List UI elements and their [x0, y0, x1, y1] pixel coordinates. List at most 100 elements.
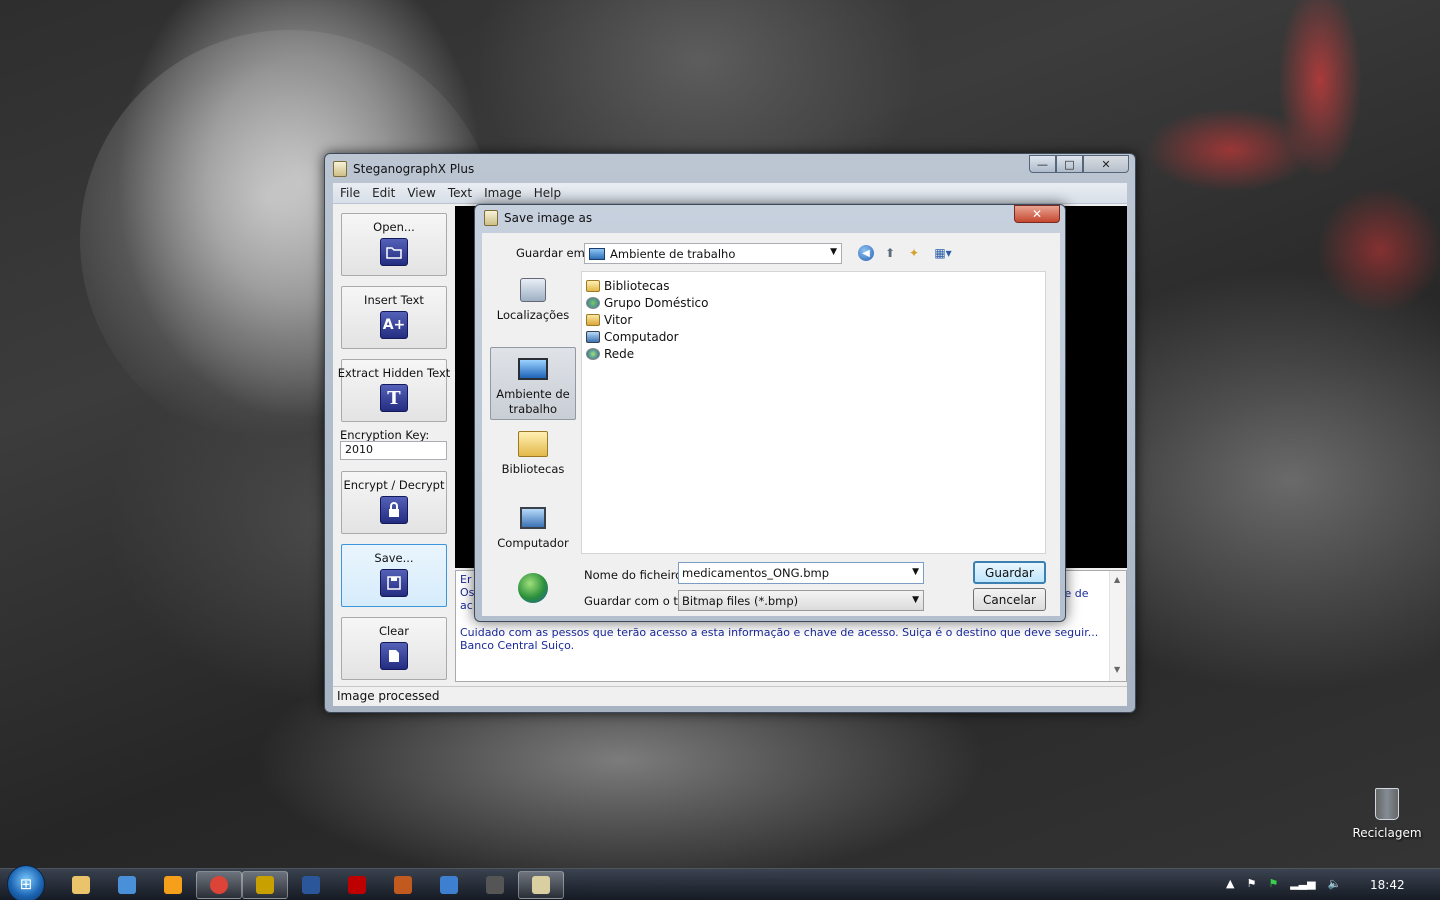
insert-text-icon: A+: [380, 311, 408, 339]
place-libraries[interactable]: Bibliotecas: [490, 429, 576, 479]
window-icon: [440, 876, 458, 894]
minimize-button[interactable]: —: [1029, 155, 1056, 173]
wallpaper-red-emblem: [1120, 0, 1440, 330]
list-item[interactable]: Vitor: [586, 311, 1041, 328]
dialog-close-button[interactable]: ✕: [1014, 205, 1060, 223]
guardar-button[interactable]: Guardar: [973, 561, 1046, 584]
menu-file[interactable]: File: [335, 186, 365, 200]
open-button[interactable]: Open...: [341, 213, 447, 276]
text-scrollbar[interactable]: ▲ ▼: [1109, 571, 1126, 681]
clear-button[interactable]: Clear: [341, 617, 447, 680]
extract-hidden-text-button[interactable]: Extract Hidden Text T: [338, 359, 450, 422]
chevron-down-icon: ▼: [912, 595, 919, 605]
recycle-bin[interactable]: Reciclagem: [1352, 788, 1422, 840]
place-computer[interactable]: Computador: [490, 503, 576, 553]
menu-bar: File Edit View Text Image Help: [333, 183, 1127, 203]
taskbar-app-fireworks[interactable]: [242, 871, 288, 899]
file-name: Grupo Doméstico: [604, 295, 709, 310]
windows-logo-icon: ⊞: [19, 875, 33, 893]
action-center-flag-icon[interactable]: ⚑: [1246, 877, 1256, 890]
dialog-title: Save image as: [504, 211, 593, 225]
place-desktop[interactable]: Ambiente de trabalho: [490, 347, 576, 420]
show-hidden-icons-icon[interactable]: ▲: [1226, 877, 1234, 890]
open-image-icon: [380, 238, 408, 266]
window-title: SteganographX Plus: [353, 162, 475, 176]
file-list[interactable]: Bibliotecas Grupo Doméstico Vitor Comput…: [581, 271, 1046, 554]
recycle-bin-label: Reciclagem: [1352, 826, 1422, 840]
chevron-down-icon[interactable]: ▼: [912, 567, 919, 577]
taskbar-clock[interactable]: 18:42: [1370, 878, 1405, 892]
list-item[interactable]: Rede: [586, 345, 1041, 362]
taskbar-app-chrome[interactable]: [196, 871, 242, 899]
extract-hidden-text-label: Extract Hidden Text: [337, 366, 451, 380]
file-name: Bibliotecas: [604, 278, 670, 293]
start-button[interactable]: ⊞: [7, 865, 45, 900]
save-button[interactable]: Save...: [341, 544, 447, 607]
scroll-up-icon[interactable]: ▲: [1114, 575, 1120, 584]
green-flag-icon[interactable]: ⚑: [1268, 877, 1278, 890]
network-icon: [586, 347, 600, 360]
chevron-down-icon: ▼: [830, 247, 837, 257]
libraries-icon: [586, 279, 600, 292]
film-icon: [394, 876, 412, 894]
list-item[interactable]: Bibliotecas: [586, 277, 1041, 294]
new-folder-icon[interactable]: ✦: [906, 245, 922, 261]
taskbar-app-window[interactable]: [426, 871, 472, 899]
filename-input[interactable]: medicamentos_ONG.bmp ▼: [678, 562, 924, 584]
signal-strength-icon[interactable]: ▂▃▅: [1290, 877, 1315, 890]
encryption-key-input[interactable]: 2010: [340, 441, 447, 460]
list-item[interactable]: Computador: [586, 328, 1041, 345]
libraries-icon: [517, 429, 549, 459]
hidden-text-content: Cuidado com as pessos que terão acesso a…: [460, 626, 1099, 652]
close-button[interactable]: ✕: [1083, 155, 1129, 173]
place-network[interactable]: [490, 573, 576, 613]
window-title-bar[interactable]: SteganographX Plus: [333, 159, 474, 179]
taskbar-app-film[interactable]: [380, 871, 426, 899]
taskbar-app-filezilla[interactable]: [334, 871, 380, 899]
text-t-icon: T: [380, 384, 408, 412]
back-icon[interactable]: ◀: [858, 245, 874, 261]
menu-help[interactable]: Help: [529, 186, 566, 200]
save-image-dialog: Save image as ✕ Guardar em: Ambiente de …: [474, 204, 1066, 622]
insert-text-button[interactable]: Insert Text A+: [341, 286, 447, 349]
views-menu-icon[interactable]: ▦▾: [930, 245, 956, 261]
taskbar: ⊞ ▲ ⚑ ⚑ ▂▃▅ 🔈 18:42: [0, 865, 1440, 900]
text-fragment-1: Er: [460, 573, 472, 586]
status-bar: Image processed: [333, 686, 1127, 706]
filename-value: medicamentos_ONG.bmp: [682, 566, 830, 580]
taskbar-app-network[interactable]: [104, 871, 150, 899]
taskbar-app-clapper[interactable]: [472, 871, 518, 899]
save-button-label: Save...: [374, 551, 414, 565]
place-recent[interactable]: Localizações: [490, 275, 576, 335]
app-icon: [333, 161, 347, 177]
open-button-label: Open...: [373, 220, 415, 234]
dialog-client-area: Guardar em: Ambiente de trabalho ▼ ◀ ⬆ ✦…: [482, 233, 1060, 616]
look-in-dropdown[interactable]: Ambiente de trabalho ▼: [584, 243, 842, 264]
system-tray: ▲ ⚑ ⚑ ▂▃▅ 🔈: [1226, 877, 1341, 890]
encrypt-decrypt-label: Encrypt / Decrypt: [343, 478, 445, 492]
network-users-icon: [118, 876, 136, 894]
taskbar-app-explorer[interactable]: [58, 871, 104, 899]
encrypt-decrypt-button[interactable]: Encrypt / Decrypt: [341, 471, 447, 534]
list-item[interactable]: Grupo Doméstico: [586, 294, 1041, 311]
menu-edit[interactable]: Edit: [367, 186, 400, 200]
taskbar-app-media[interactable]: [150, 871, 196, 899]
menu-view[interactable]: View: [402, 186, 440, 200]
menu-image[interactable]: Image: [479, 186, 527, 200]
filename-label: Nome do ficheiro:: [584, 568, 687, 582]
menu-text[interactable]: Text: [443, 186, 477, 200]
maximize-button[interactable]: □: [1056, 155, 1083, 173]
volume-icon[interactable]: 🔈: [1328, 877, 1342, 890]
desktop-icon: [517, 354, 549, 384]
taskbar-app-word[interactable]: [288, 871, 334, 899]
filetype-select[interactable]: Bitmap files (*.bmp) ▼: [678, 590, 924, 611]
dialog-title-bar[interactable]: Save image as: [484, 210, 592, 226]
place-computer-label: Computador: [497, 536, 569, 550]
up-folder-icon[interactable]: ⬆: [882, 245, 898, 261]
cancelar-button[interactable]: Cancelar: [973, 588, 1046, 611]
recent-places-icon: [517, 275, 549, 305]
taskbar-app-steganographx[interactable]: [518, 871, 564, 899]
media-player-icon: [164, 876, 182, 894]
insert-text-label: Insert Text: [364, 293, 424, 307]
scroll-down-icon[interactable]: ▼: [1114, 665, 1120, 674]
